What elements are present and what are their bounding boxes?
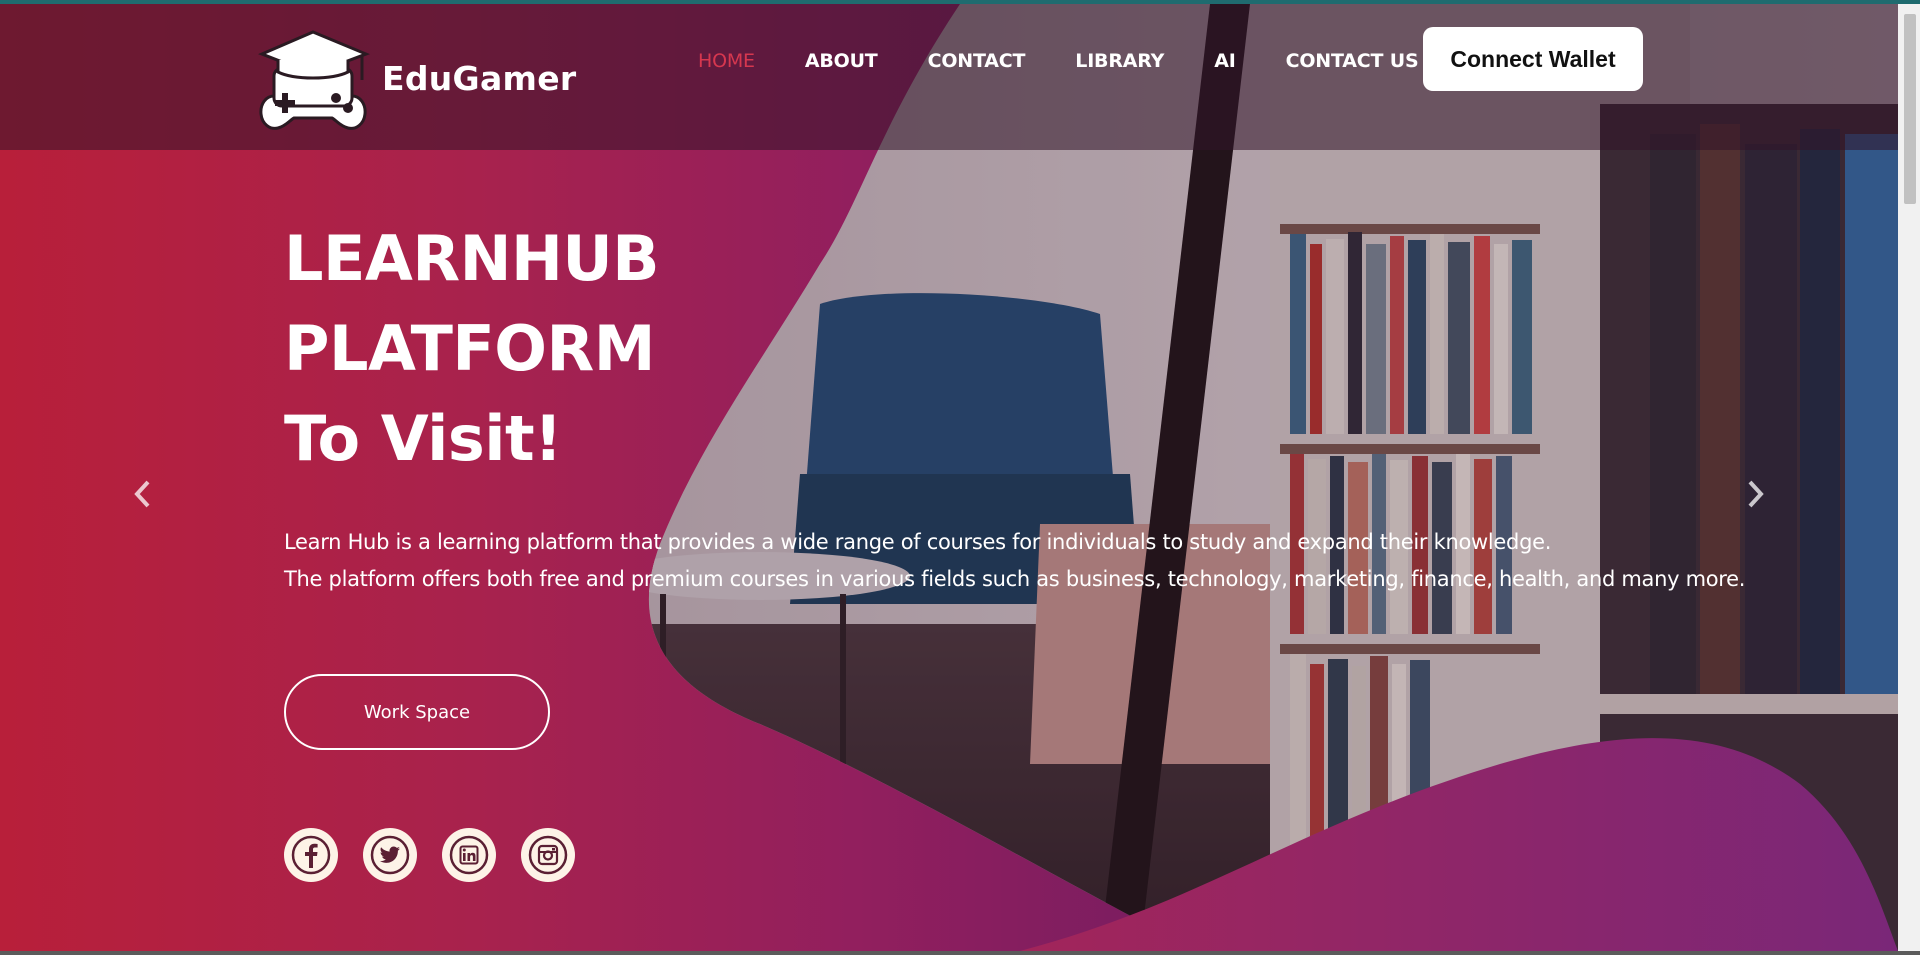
facebook-icon	[291, 835, 331, 875]
hero-headline-line1: LEARNHUB	[284, 222, 659, 295]
social-links	[284, 828, 600, 882]
carousel-prev-button[interactable]	[128, 476, 158, 512]
chevron-right-icon	[1748, 480, 1764, 508]
nav-ai[interactable]: AI	[1214, 50, 1236, 72]
hero-headline-line2: PLATFORM	[284, 312, 655, 385]
brand-name: EduGamer	[382, 58, 577, 98]
nav-about[interactable]: ABOUT	[805, 50, 878, 72]
twitter-icon	[370, 835, 410, 875]
carousel-next-button[interactable]	[1740, 476, 1770, 512]
hero-description-line1: Learn Hub is a learning platform that pr…	[284, 530, 1552, 554]
linkedin-icon	[449, 835, 489, 875]
work-space-button[interactable]: Work Space	[284, 674, 550, 750]
nav-contact-us[interactable]: CONTACT US	[1286, 50, 1419, 72]
top-navbar: EduGamer HOME ABOUT CONTACT LIBRARY AI C…	[0, 4, 1898, 150]
scrollbar-thumb[interactable]	[1904, 14, 1916, 204]
hero-description-line2: The platform offers both free and premiu…	[284, 567, 1746, 591]
linkedin-link[interactable]	[442, 828, 496, 882]
hero-description: Learn Hub is a learning platform that pr…	[284, 524, 1745, 598]
brand-logo[interactable]: EduGamer	[254, 24, 576, 132]
chevron-left-icon	[134, 480, 150, 508]
window-bottom-strip	[0, 951, 1920, 955]
nav-contact[interactable]: CONTACT	[928, 50, 1026, 72]
nav-library[interactable]: LIBRARY	[1075, 50, 1164, 72]
instagram-icon	[528, 835, 568, 875]
twitter-link[interactable]	[363, 828, 417, 882]
connect-wallet-button[interactable]: Connect Wallet	[1423, 27, 1643, 91]
main-nav: HOME ABOUT CONTACT LIBRARY AI CONTACT US	[698, 50, 1468, 72]
facebook-link[interactable]	[284, 828, 338, 882]
graduation-gamepad-logo-icon	[258, 30, 371, 130]
page-scrollbar[interactable]	[1898, 4, 1920, 951]
hero-headline-line3: To Visit!	[284, 402, 562, 475]
nav-home[interactable]: HOME	[698, 50, 755, 72]
hero-headline: LEARNHUB PLATFORM To Visit!	[284, 214, 659, 484]
instagram-link[interactable]	[521, 828, 575, 882]
